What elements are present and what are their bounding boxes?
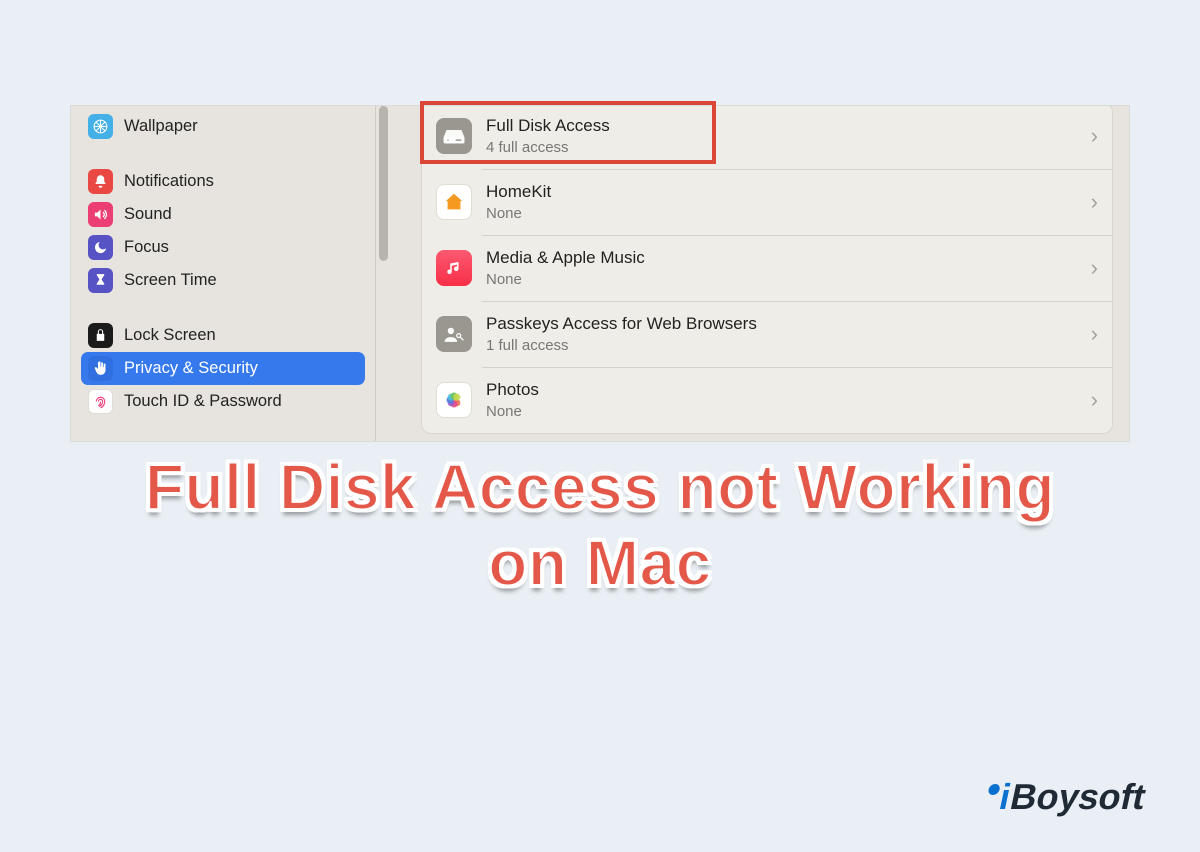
hand-icon [88, 356, 113, 381]
scrollbar-thumb[interactable] [379, 106, 388, 261]
row-text: Full Disk Access 4 full access [486, 116, 1083, 155]
sidebar-gap [81, 297, 365, 319]
sidebar-item-label: Touch ID & Password [124, 392, 282, 411]
row-title: HomeKit [486, 182, 1083, 202]
sidebar-gap [81, 143, 365, 165]
row-title: Media & Apple Music [486, 248, 1083, 268]
sidebar-scrollbar[interactable] [375, 106, 391, 441]
moon-icon [88, 235, 113, 260]
sidebar-item-label: Focus [124, 238, 169, 257]
sidebar-item-notifications[interactable]: Notifications [81, 165, 365, 198]
sidebar-item-touch-id[interactable]: Touch ID & Password [81, 385, 365, 418]
lock-icon [88, 323, 113, 348]
headline-line-2: on Mac [0, 528, 1200, 600]
row-title: Photos [486, 380, 1083, 400]
row-full-disk-access[interactable]: Full Disk Access 4 full access › [422, 106, 1112, 169]
row-passkeys-access[interactable]: Passkeys Access for Web Browsers 1 full … [422, 301, 1112, 367]
settings-window: Wallpaper Notifications Sound Focus [70, 105, 1130, 442]
row-subtitle: None [486, 271, 1083, 288]
sidebar-item-sound[interactable]: Sound [81, 198, 365, 231]
sidebar-item-label: Notifications [124, 172, 214, 191]
row-media-apple-music[interactable]: Media & Apple Music None › [422, 235, 1112, 301]
sidebar-item-label: Sound [124, 205, 172, 224]
disk-icon [436, 118, 472, 154]
row-subtitle: None [486, 403, 1083, 420]
fingerprint-icon [88, 389, 113, 414]
hourglass-icon [88, 268, 113, 293]
wallpaper-icon [88, 114, 113, 139]
headline-line-1: Full Disk Access not Working [0, 452, 1200, 524]
sidebar-item-label: Wallpaper [124, 117, 198, 136]
preferences-sidebar: Wallpaper Notifications Sound Focus [71, 106, 375, 441]
row-text: Media & Apple Music None [486, 248, 1083, 287]
speaker-icon [88, 202, 113, 227]
chevron-right-icon: › [1091, 189, 1098, 215]
sidebar-item-label: Screen Time [124, 271, 217, 290]
sidebar-item-screen-time[interactable]: Screen Time [81, 264, 365, 297]
sidebar-item-focus[interactable]: Focus [81, 231, 365, 264]
sidebar-item-lock-screen[interactable]: Lock Screen [81, 319, 365, 352]
row-text: Photos None [486, 380, 1083, 419]
chevron-right-icon: › [1091, 321, 1098, 347]
sidebar-item-privacy-security[interactable]: Privacy & Security [81, 352, 365, 385]
brand-logo: i Boysoft [983, 776, 1150, 818]
home-icon [436, 184, 472, 220]
music-note-icon [436, 250, 472, 286]
sidebar-item-wallpaper[interactable]: Wallpaper [81, 110, 365, 143]
chevron-right-icon: › [1091, 123, 1098, 149]
row-photos[interactable]: Photos None › [422, 367, 1112, 433]
row-subtitle: 4 full access [486, 139, 1083, 156]
row-title: Full Disk Access [486, 116, 1083, 136]
row-subtitle: None [486, 205, 1083, 222]
sidebar-item-label: Lock Screen [124, 326, 216, 345]
bell-icon [88, 169, 113, 194]
person-key-icon [436, 316, 472, 352]
photos-flower-icon [436, 382, 472, 418]
row-subtitle: 1 full access [486, 337, 1083, 354]
sidebar-item-label: Privacy & Security [124, 359, 258, 378]
content-pane: Full Disk Access 4 full access › HomeKit… [391, 106, 1129, 441]
brand-rest: Boysoft [1007, 776, 1150, 818]
chevron-right-icon: › [1091, 387, 1098, 413]
row-text: HomeKit None [486, 182, 1083, 221]
row-homekit[interactable]: HomeKit None › [422, 169, 1112, 235]
chevron-right-icon: › [1091, 255, 1098, 281]
row-text: Passkeys Access for Web Browsers 1 full … [486, 314, 1083, 353]
row-title: Passkeys Access for Web Browsers [486, 314, 1083, 334]
sidebar-list: Wallpaper Notifications Sound Focus [71, 110, 375, 418]
brand-dot-icon [987, 784, 1000, 795]
privacy-panel: Full Disk Access 4 full access › HomeKit… [421, 106, 1113, 434]
